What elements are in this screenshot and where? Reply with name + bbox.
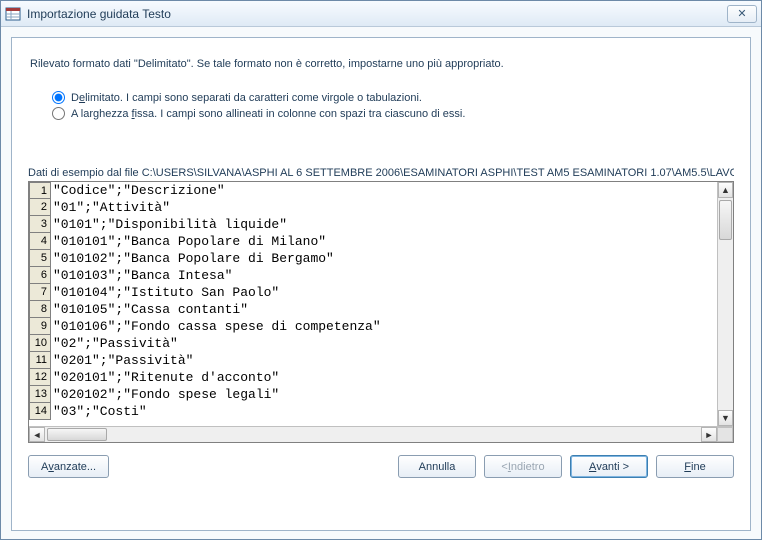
- back-button[interactable]: < Indietro: [484, 455, 562, 478]
- row-number: 9: [29, 318, 51, 335]
- row-number: 11: [29, 352, 51, 369]
- hscroll-track[interactable]: [45, 427, 701, 442]
- table-row: 5"010102";"Banca Popolare di Bergamo": [29, 250, 717, 267]
- row-number: 3: [29, 216, 51, 233]
- sample-caption: Dati di esempio dal file C:\USERS\SILVAN…: [28, 167, 734, 179]
- row-text: "020101";"Ritenute d'acconto": [51, 369, 717, 386]
- table-row: 1"Codice";"Descrizione": [29, 182, 717, 199]
- row-text: "010102";"Banca Popolare di Bergamo": [51, 250, 717, 267]
- app-icon: [5, 6, 21, 22]
- row-text: "0101";"Disponibilità liquide": [51, 216, 717, 233]
- hscroll-thumb[interactable]: [47, 428, 107, 441]
- close-button[interactable]: ✕: [727, 5, 757, 23]
- titlebar: Importazione guidata Testo ✕: [1, 1, 761, 27]
- scroll-left-button[interactable]: ◄: [29, 427, 45, 442]
- client-area: Rilevato formato dati "Delimitato". Se t…: [1, 27, 761, 539]
- option-delimited[interactable]: Delimitato. I campi sono separati da car…: [52, 91, 732, 104]
- row-number: 12: [29, 369, 51, 386]
- radio-fixed-width[interactable]: [52, 107, 65, 120]
- row-text: "010101";"Banca Popolare di Milano": [51, 233, 717, 250]
- window-title: Importazione guidata Testo: [27, 7, 171, 21]
- intro-text: Rilevato formato dati "Delimitato". Se t…: [30, 58, 732, 70]
- row-text: "0201";"Passività": [51, 352, 717, 369]
- row-number: 13: [29, 386, 51, 403]
- next-button[interactable]: Avanti >: [570, 455, 648, 478]
- row-text: "010106";"Fondo cassa spese di competenz…: [51, 318, 717, 335]
- row-text: "020102";"Fondo spese legali": [51, 386, 717, 403]
- sample-grid: 1"Codice";"Descrizione"2"01";"Attività"3…: [28, 181, 734, 443]
- table-row: 10"02";"Passività": [29, 335, 717, 352]
- row-text: "010105";"Cassa contanti": [51, 301, 717, 318]
- row-number: 5: [29, 250, 51, 267]
- row-number: 7: [29, 284, 51, 301]
- table-row: 8"010105";"Cassa contanti": [29, 301, 717, 318]
- row-text: "01";"Attività": [51, 199, 717, 216]
- horizontal-scrollbar[interactable]: ◄ ►: [29, 426, 733, 442]
- table-row: 6"010103";"Banca Intesa": [29, 267, 717, 284]
- row-number: 2: [29, 199, 51, 216]
- row-number: 10: [29, 335, 51, 352]
- finish-button[interactable]: Fine: [656, 455, 734, 478]
- table-row: 7"010104";"Istituto San Paolo": [29, 284, 717, 301]
- row-number: 6: [29, 267, 51, 284]
- scroll-down-button[interactable]: ▼: [718, 410, 733, 426]
- vscroll-track[interactable]: [718, 198, 733, 410]
- button-bar: Avanzate... Annulla < Indietro Avanti > …: [28, 455, 734, 478]
- row-number: 4: [29, 233, 51, 250]
- vertical-scrollbar[interactable]: ▲ ▼: [717, 182, 733, 426]
- table-row: 12"020101";"Ritenute d'acconto": [29, 369, 717, 386]
- advanced-button[interactable]: Avanzate...: [28, 455, 109, 478]
- table-row: 11"0201";"Passività": [29, 352, 717, 369]
- option-fixed-width[interactable]: A larghezza fissa. I campi sono allineat…: [52, 107, 732, 120]
- scroll-corner: [717, 427, 733, 442]
- cancel-button[interactable]: Annulla: [398, 455, 476, 478]
- format-options: Delimitato. I campi sono separati da car…: [52, 88, 732, 123]
- row-number: 1: [29, 182, 51, 199]
- table-row: 9"010106";"Fondo cassa spese di competen…: [29, 318, 717, 335]
- row-text: "010103";"Banca Intesa": [51, 267, 717, 284]
- scroll-right-button[interactable]: ►: [701, 427, 717, 442]
- row-number: 8: [29, 301, 51, 318]
- table-row: 13"020102";"Fondo spese legali": [29, 386, 717, 403]
- row-text: "010104";"Istituto San Paolo": [51, 284, 717, 301]
- table-row: 14"03";"Costi": [29, 403, 717, 420]
- row-text: "02";"Passività": [51, 335, 717, 352]
- table-row: 3"0101";"Disponibilità liquide": [29, 216, 717, 233]
- row-number: 14: [29, 403, 51, 420]
- row-text: "03";"Costi": [51, 403, 717, 420]
- grid-rows: 1"Codice";"Descrizione"2"01";"Attività"3…: [29, 182, 717, 420]
- grid-body: 1"Codice";"Descrizione"2"01";"Attività"3…: [29, 182, 733, 426]
- vscroll-thumb[interactable]: [719, 200, 732, 240]
- close-icon: ✕: [737, 7, 746, 20]
- wizard-panel: Rilevato formato dati "Delimitato". Se t…: [11, 37, 751, 531]
- option-delimited-label: Delimitato. I campi sono separati da car…: [71, 92, 422, 104]
- table-row: 2"01";"Attività": [29, 199, 717, 216]
- wizard-window: Importazione guidata Testo ✕ Rilevato fo…: [0, 0, 762, 540]
- table-row: 4"010101";"Banca Popolare di Milano": [29, 233, 717, 250]
- option-fixed-width-label: A larghezza fissa. I campi sono allineat…: [71, 108, 465, 120]
- scroll-up-button[interactable]: ▲: [718, 182, 733, 198]
- row-text: "Codice";"Descrizione": [51, 182, 717, 199]
- radio-delimited[interactable]: [52, 91, 65, 104]
- grid-content[interactable]: 1"Codice";"Descrizione"2"01";"Attività"3…: [29, 182, 717, 426]
